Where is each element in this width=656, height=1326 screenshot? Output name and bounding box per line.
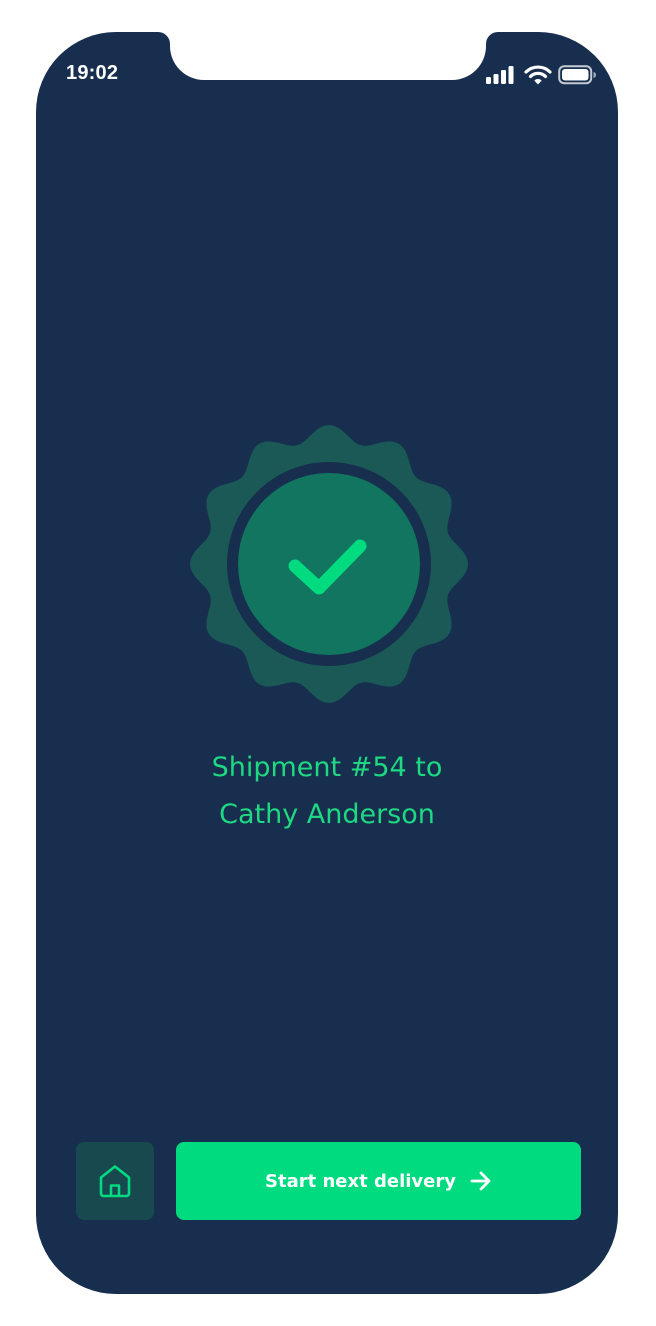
status-time: 19:02 <box>66 62 119 84</box>
check-badge-icon <box>190 425 468 703</box>
notch-corner-left <box>158 32 170 44</box>
home-icon <box>99 1165 131 1198</box>
phone-screen: 19:02 Shipment #54 to Cathy Anderson Sta… <box>36 32 618 1294</box>
status-icons <box>486 62 601 86</box>
start-next-delivery-button[interactable]: Start next delivery <box>176 1142 581 1220</box>
home-button[interactable] <box>76 1142 154 1220</box>
shipment-title-line-1: Shipment #54 to <box>211 752 443 783</box>
wifi-icon <box>524 65 552 85</box>
start-next-delivery-label: Start next delivery <box>265 1170 456 1192</box>
shipment-title-line-2: Cathy Anderson <box>219 799 435 830</box>
notch-corner-right <box>486 32 498 44</box>
battery-icon <box>558 65 596 85</box>
device-notch <box>170 32 486 80</box>
arrow-right-icon <box>470 1171 492 1191</box>
signal-bars-icon <box>486 66 514 84</box>
